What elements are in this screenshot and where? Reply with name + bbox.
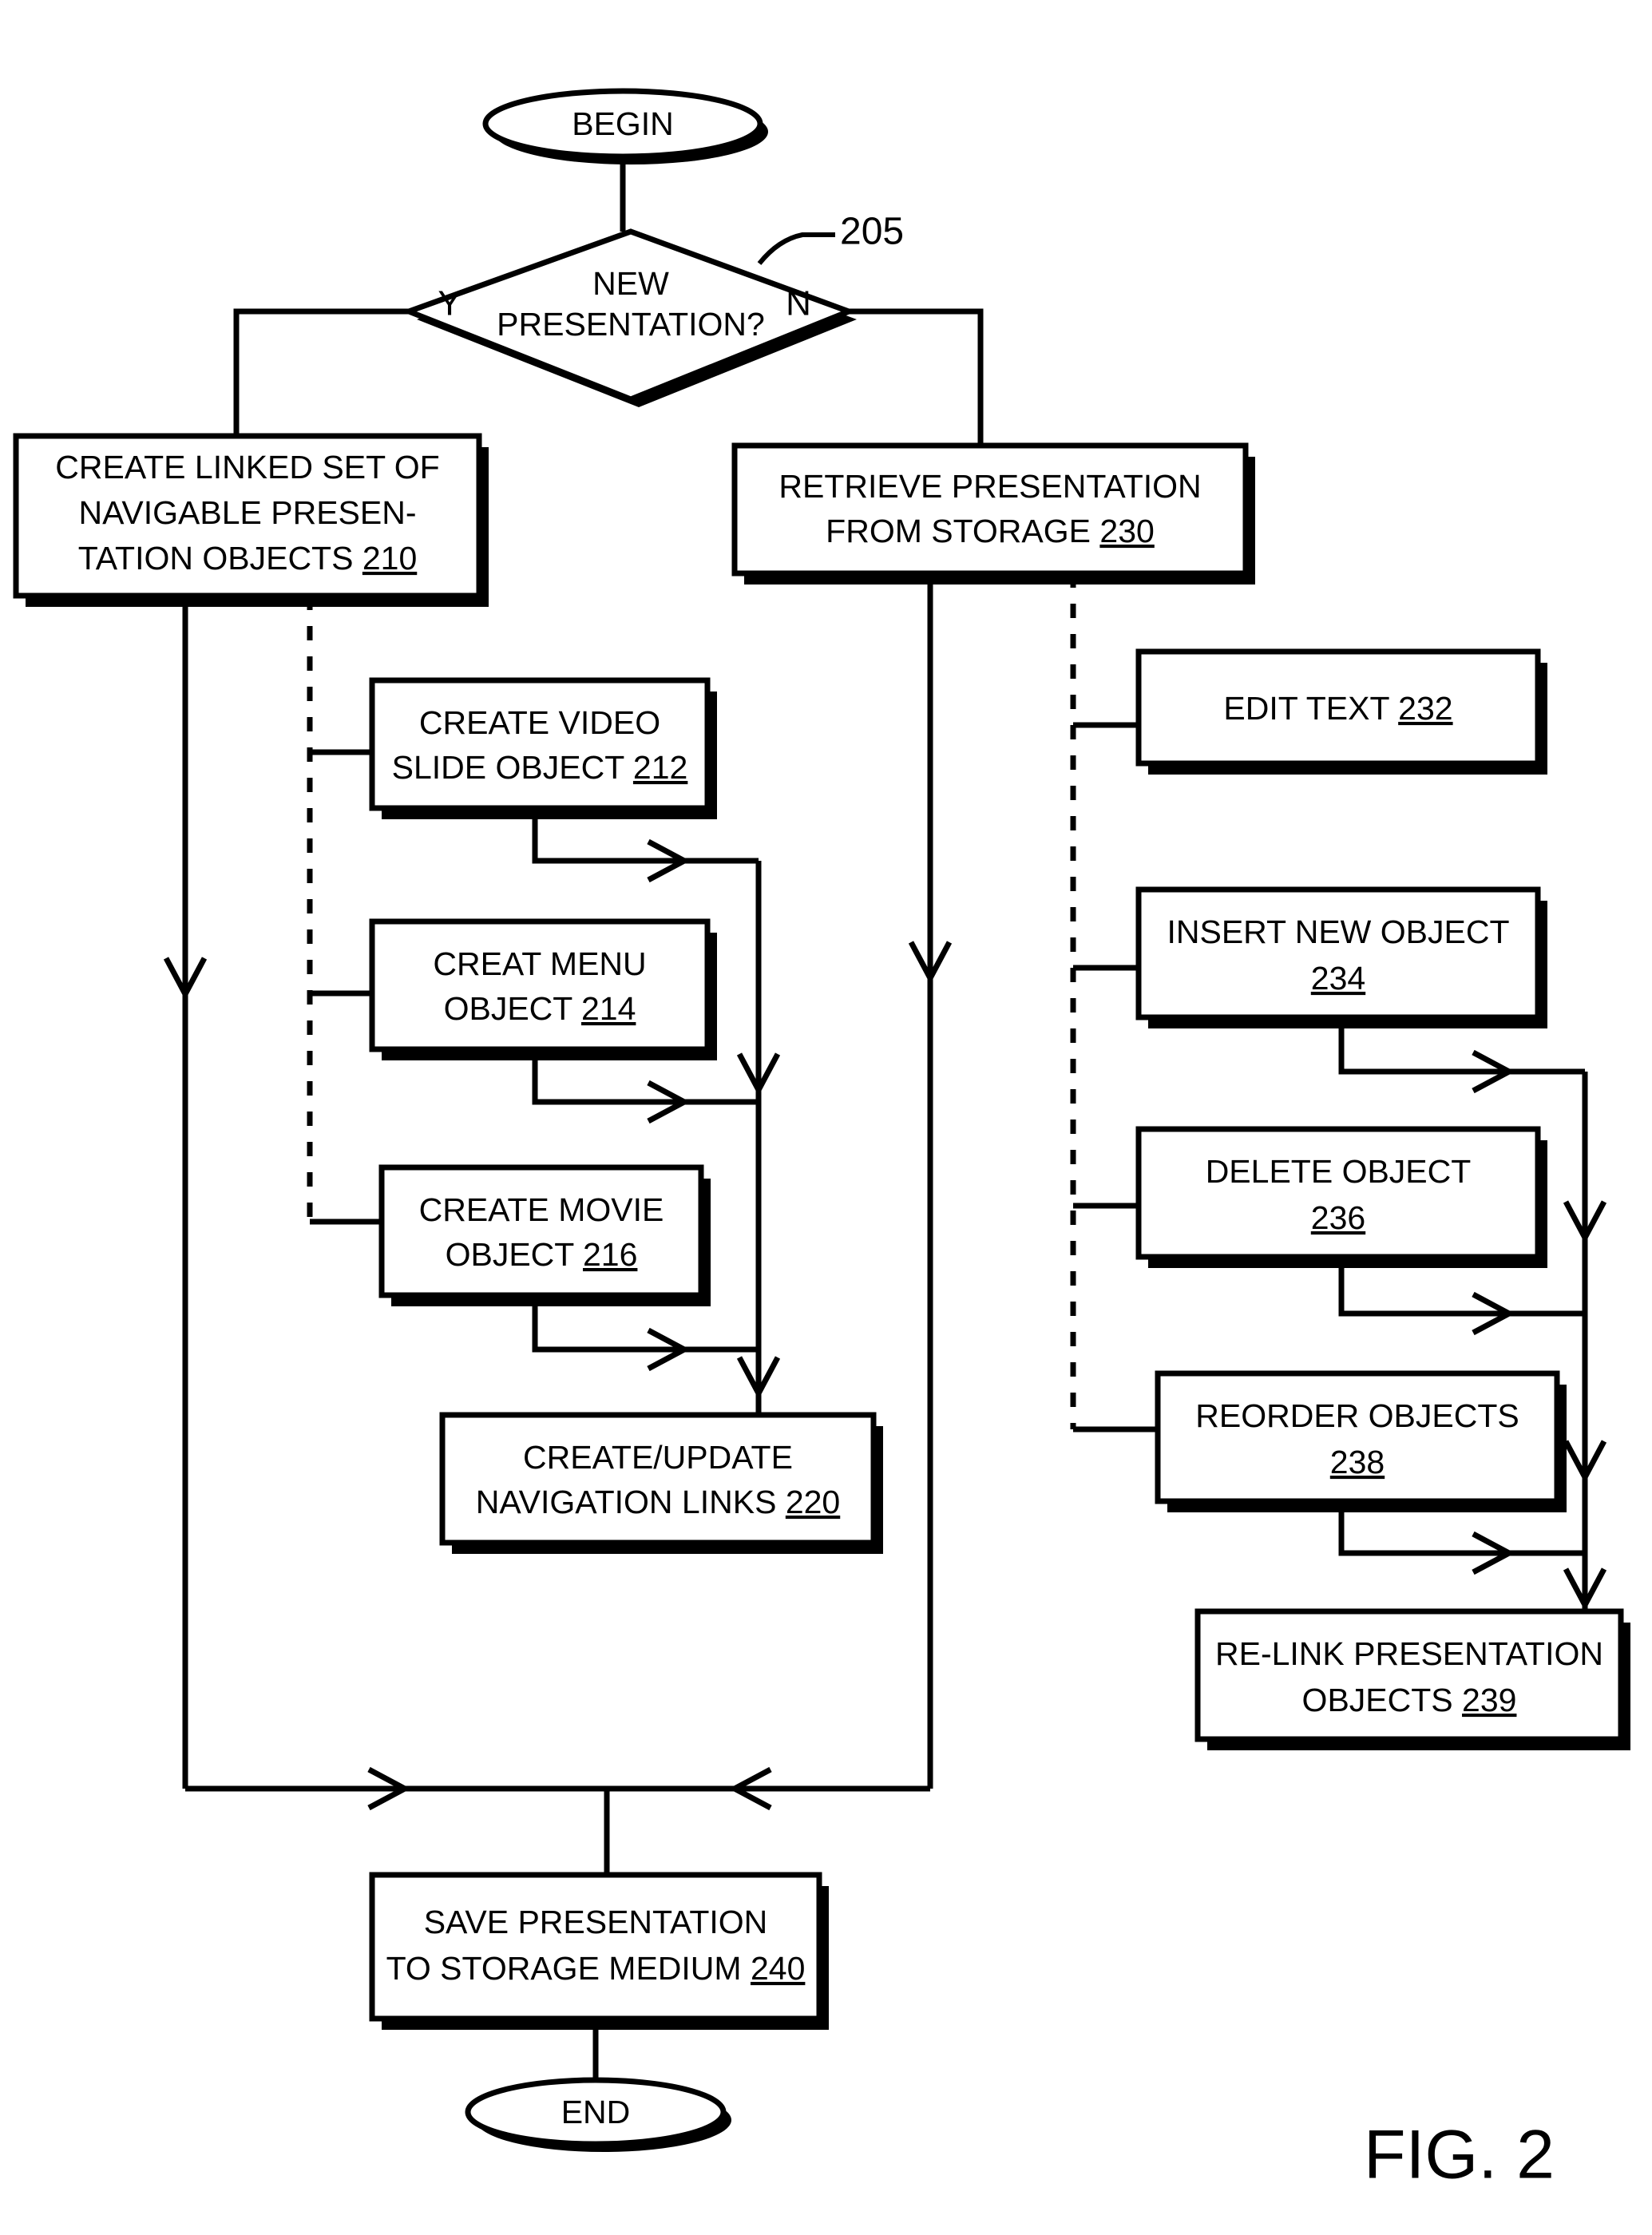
process-box-234: INSERT NEW OBJECT 234 xyxy=(1135,886,1547,1028)
process-box-214-ref: 214 xyxy=(581,990,636,1027)
process-box-240-line2-text: TO STORAGE MEDIUM xyxy=(386,1950,751,1987)
process-box-238-line1: REORDER OBJECTS xyxy=(1195,1397,1519,1434)
terminator-begin-label: BEGIN xyxy=(572,105,674,142)
connector-212-out xyxy=(532,819,759,864)
patent-figure-2: BEGIN NEW PRESENTATION? Y N 205 CREATE L… xyxy=(0,0,1652,2235)
process-box-216-line2: OBJECT 216 xyxy=(446,1236,638,1273)
process-box-238-ref: 238 xyxy=(1330,1444,1385,1480)
process-box-216-ref: 216 xyxy=(583,1236,637,1273)
process-box-236: DELETE OBJECT 236 xyxy=(1135,1126,1547,1268)
process-box-214: CREAT MENU OBJECT 214 xyxy=(369,918,717,1060)
process-box-232: EDIT TEXT 232 xyxy=(1135,648,1547,775)
connector-238-out xyxy=(1338,1512,1585,1556)
process-box-232-ref: 232 xyxy=(1398,690,1452,727)
process-box-220-line1: CREATE/UPDATE xyxy=(523,1439,793,1476)
process-box-216-line1: CREATE MOVIE xyxy=(419,1191,664,1228)
connector-236-out xyxy=(1338,1268,1585,1317)
connector-214-out xyxy=(532,1060,759,1105)
process-box-210-line2: NAVIGABLE PRESEN- xyxy=(78,494,416,531)
process-box-230-ref: 230 xyxy=(1099,513,1154,549)
process-box-234-line1: INSERT NEW OBJECT xyxy=(1167,913,1509,950)
connector-216-out xyxy=(532,1306,759,1353)
process-box-230-line2-text: FROM STORAGE xyxy=(826,513,1099,549)
process-box-232-line1: EDIT TEXT 232 xyxy=(1223,690,1452,727)
process-box-212-line2-text: SLIDE OBJECT xyxy=(392,749,633,786)
process-box-240-line2: TO STORAGE MEDIUM 240 xyxy=(386,1950,806,1987)
connector-234-out xyxy=(1338,1028,1585,1075)
terminator-end: END xyxy=(465,2077,731,2152)
process-box-239-line2: OBJECTS 239 xyxy=(1302,1682,1517,1718)
process-box-216: CREATE MOVIE OBJECT 216 xyxy=(378,1164,711,1306)
process-box-239-line2-text: OBJECTS xyxy=(1302,1682,1462,1718)
process-box-230-line2: FROM STORAGE 230 xyxy=(826,513,1155,549)
process-box-212: CREATE VIDEO SLIDE OBJECT 212 xyxy=(369,677,717,819)
decision-no-label: N xyxy=(786,284,811,323)
process-box-220-ref: 220 xyxy=(786,1484,840,1520)
process-box-220-line2: NAVIGATION LINKS 220 xyxy=(476,1484,840,1520)
process-box-236-ref: 236 xyxy=(1311,1199,1365,1236)
process-box-239-line1: RE-LINK PRESENTATION xyxy=(1215,1635,1603,1672)
process-box-212-ref: 212 xyxy=(633,749,687,786)
process-box-238: REORDER OBJECTS 238 xyxy=(1155,1370,1567,1512)
figure-label: FIG. 2 xyxy=(1364,2117,1555,2193)
process-box-220: CREATE/UPDATE NAVIGATION LINKS 220 xyxy=(439,1412,883,1554)
reference-callout-205: 205 xyxy=(757,211,904,265)
process-box-238-line2: 238 xyxy=(1330,1444,1385,1480)
decision-label-line2: PRESENTATION? xyxy=(497,306,765,343)
process-box-214-line1: CREAT MENU xyxy=(433,945,646,982)
process-box-214-line2: OBJECT 214 xyxy=(444,990,636,1027)
reference-number-205: 205 xyxy=(840,211,904,253)
process-box-230-line1: RETRIEVE PRESENTATION xyxy=(778,468,1201,505)
process-box-236-line1: DELETE OBJECT xyxy=(1206,1153,1472,1190)
process-box-220-line2-text: NAVIGATION LINKS xyxy=(476,1484,786,1520)
process-box-239: RE-LINK PRESENTATION OBJECTS 239 xyxy=(1194,1608,1630,1750)
process-box-240: SAVE PRESENTATION TO STORAGE MEDIUM 240 xyxy=(369,1872,829,2030)
process-box-239-ref: 239 xyxy=(1462,1682,1516,1718)
process-box-210-line1: CREATE LINKED SET OF xyxy=(55,449,439,485)
process-box-212-line2: SLIDE OBJECT 212 xyxy=(392,749,688,786)
terminator-begin: BEGIN xyxy=(482,88,768,164)
process-box-234-ref: 234 xyxy=(1311,960,1365,997)
process-box-240-ref: 240 xyxy=(751,1950,805,1987)
process-box-210-line3: TATION OBJECTS 210 xyxy=(78,540,418,577)
decision-yes-label: Y xyxy=(438,284,461,323)
process-box-230: RETRIEVE PRESENTATION FROM STORAGE 230 xyxy=(731,442,1255,585)
decision-new-presentation: NEW PRESENTATION? Y N xyxy=(401,228,857,407)
process-box-232-line1-text: EDIT TEXT xyxy=(1223,690,1398,727)
connector-no-branch xyxy=(849,308,984,446)
process-box-216-line2-text: OBJECT xyxy=(446,1236,583,1273)
process-box-210: CREATE LINKED SET OF NAVIGABLE PRESEN- T… xyxy=(13,433,489,607)
process-box-210-line3-text: TATION OBJECTS xyxy=(78,540,362,577)
process-box-234-line2: 234 xyxy=(1311,960,1365,997)
process-box-214-line2-text: OBJECT xyxy=(444,990,581,1027)
terminator-end-label: END xyxy=(561,2094,631,2130)
process-box-240-line1: SAVE PRESENTATION xyxy=(424,1904,768,1940)
process-box-236-line2: 236 xyxy=(1311,1199,1365,1236)
connector-yes-branch xyxy=(233,308,409,435)
process-box-212-line1: CREATE VIDEO xyxy=(419,704,660,741)
process-box-210-ref: 210 xyxy=(362,540,417,577)
decision-label-line1: NEW xyxy=(592,265,669,302)
